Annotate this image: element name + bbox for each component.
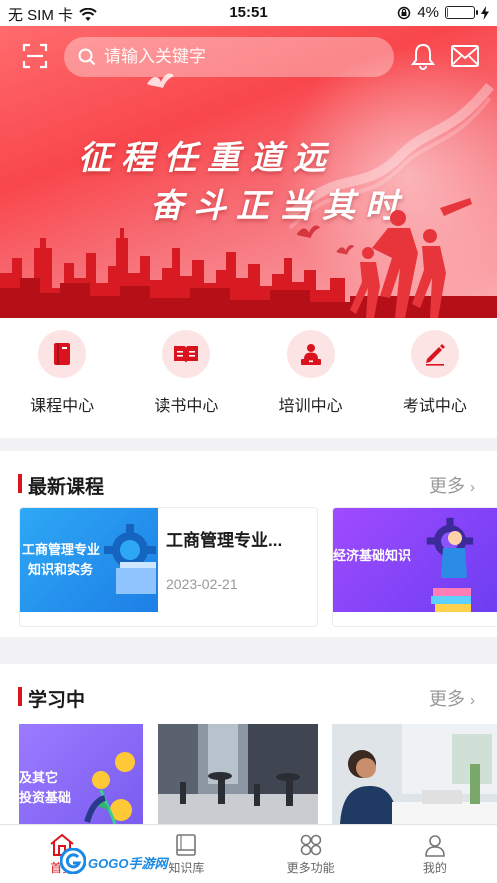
course-card[interactable]: 工商管理专业 知识和实务 工商管理专业... 2023-02-21: [19, 507, 318, 627]
reading-person-illustration: [431, 531, 471, 612]
chevron-right-icon: ›: [470, 692, 475, 709]
thumbnail-line: 投资基础: [19, 790, 72, 805]
section-title: 最新课程: [28, 477, 105, 498]
tab-label: 更多功能: [286, 861, 335, 875]
category-course-center[interactable]: 课程中心: [0, 318, 124, 438]
category-icon-wrap: [38, 330, 87, 378]
category-grid: 课程中心 读书中心 培训中心 考试中心: [0, 318, 497, 438]
section-title: 学习中: [28, 690, 86, 711]
thumbnail-text: 工商管理专业 知识和实务: [22, 540, 100, 580]
watermark-logo: GOGO手游网: [60, 848, 170, 874]
user-icon: [425, 835, 445, 857]
library-icon: [176, 834, 197, 856]
section-accent-bar: [18, 687, 22, 706]
orientation-lock-icon: [398, 6, 411, 19]
mail-icon[interactable]: [450, 44, 480, 68]
more-label: 更多: [428, 476, 465, 496]
category-label: 读书中心: [154, 398, 219, 415]
tab-more-functions[interactable]: 更多功能: [249, 825, 373, 883]
search-input[interactable]: [104, 47, 364, 67]
category-exam-center[interactable]: 考试中心: [373, 318, 497, 438]
thumbnail-line: 及其它: [19, 770, 59, 785]
thumbnail-line: 经济基础知识: [333, 548, 412, 563]
more-link[interactable]: 更多 ›: [429, 472, 475, 498]
category-training-center[interactable]: 培训中心: [249, 318, 373, 438]
book-icon: [54, 343, 71, 365]
course-card[interactable]: 经济基础知识: [332, 507, 497, 627]
thumbnail-text: 及其它 投资基础: [19, 768, 71, 808]
scan-icon[interactable]: [22, 43, 48, 69]
thumbnail-line: 工商管理专业: [22, 542, 101, 557]
battery-fill: [447, 8, 449, 17]
category-icon-wrap: [162, 330, 211, 378]
category-label: 培训中心: [278, 398, 343, 415]
study-card[interactable]: 及其它 投资基础: [19, 724, 143, 824]
study-card[interactable]: [158, 724, 318, 824]
category-label: 课程中心: [30, 398, 95, 415]
section-header: 最新课程 更多 ›: [0, 451, 497, 515]
lecturer-icon: [300, 344, 321, 365]
folder-icon: [116, 562, 156, 594]
course-thumbnail: 经济基础知识: [333, 508, 497, 612]
section-header: 学习中 更多 ›: [0, 664, 497, 728]
tab-label: 知识库: [168, 861, 205, 875]
open-book-icon: [174, 346, 199, 363]
status-right: 4%: [397, 4, 489, 21]
top-search-bar: [0, 36, 497, 78]
studying-section: 学习中 更多 › 及其它 投资基础: [0, 664, 497, 824]
search-icon: [78, 48, 96, 66]
tab-profile[interactable]: 我的: [373, 825, 497, 883]
battery-icon: [445, 6, 478, 19]
status-bar: 无 SIM 卡 15:51 4%: [0, 0, 497, 26]
course-thumbnail: 工商管理专业 知识和实务: [20, 508, 158, 612]
app-page: 无 SIM 卡 15:51 4% 征程任重道远 奋斗正当其时 请输入关键字 课程…: [0, 0, 497, 883]
office-woman-photo: [332, 724, 497, 824]
thumbnail-text: 经济基础知识: [333, 546, 411, 566]
grid-icon: [300, 834, 321, 856]
city-skyline: [0, 198, 497, 318]
banner-slogan-line1: 征程任重道远: [78, 138, 336, 177]
coin-plant-illustration: [84, 752, 135, 824]
chevron-right-icon: ›: [470, 479, 475, 496]
search-box[interactable]: [64, 37, 394, 77]
charging-icon: [481, 5, 489, 20]
category-icon-wrap: [286, 330, 335, 378]
thumbnail-line: 知识和实务: [28, 562, 94, 577]
watermark-text: GOGO手游网: [86, 853, 170, 872]
course-title: 工商管理专业...: [166, 531, 283, 550]
course-date: 2023-02-21: [166, 576, 238, 592]
category-icon-wrap: [410, 330, 459, 378]
bell-icon[interactable]: [410, 42, 436, 70]
more-link[interactable]: 更多 ›: [429, 685, 475, 711]
watermark-g-icon: [60, 848, 86, 874]
category-label: 考试中心: [402, 398, 467, 415]
more-label: 更多: [428, 689, 465, 709]
category-reading-center[interactable]: 读书中心: [124, 318, 248, 438]
tab-label: 我的: [422, 861, 447, 875]
latest-courses-section: 最新课程 更多 › 工商管理专业 知识和实务 工商管理专业... 2023-02…: [0, 451, 497, 637]
pencil-icon: [425, 344, 445, 366]
battery-percent: 4%: [417, 4, 439, 21]
study-card[interactable]: [332, 724, 497, 824]
section-accent-bar: [18, 474, 22, 493]
city-street-photo: [158, 724, 318, 824]
